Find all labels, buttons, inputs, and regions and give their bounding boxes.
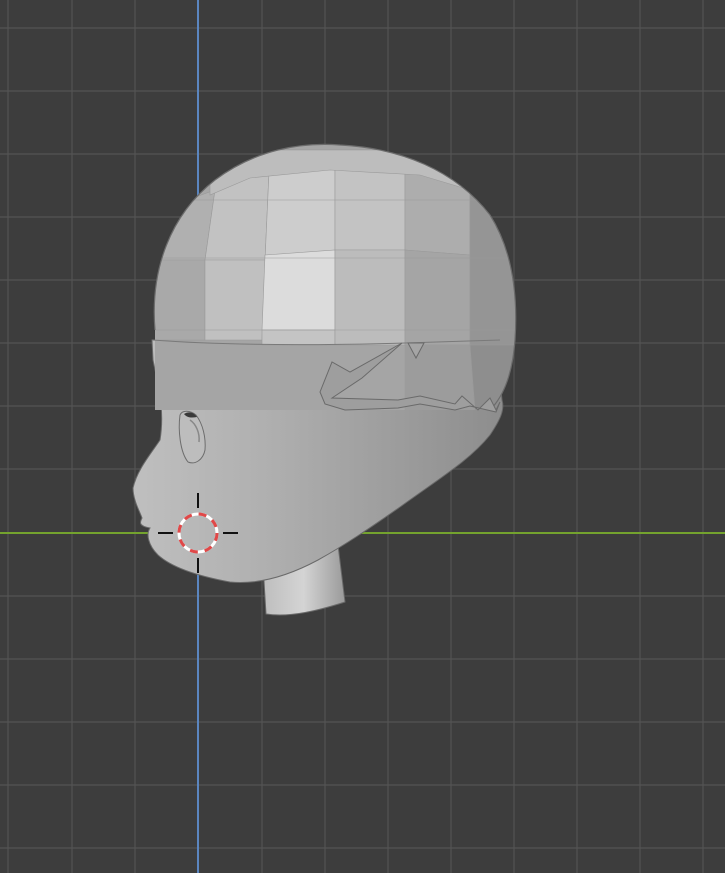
3d-viewport[interactable] <box>0 0 725 873</box>
head-mesh[interactable] <box>132 140 530 616</box>
viewport-canvas[interactable] <box>0 0 725 873</box>
